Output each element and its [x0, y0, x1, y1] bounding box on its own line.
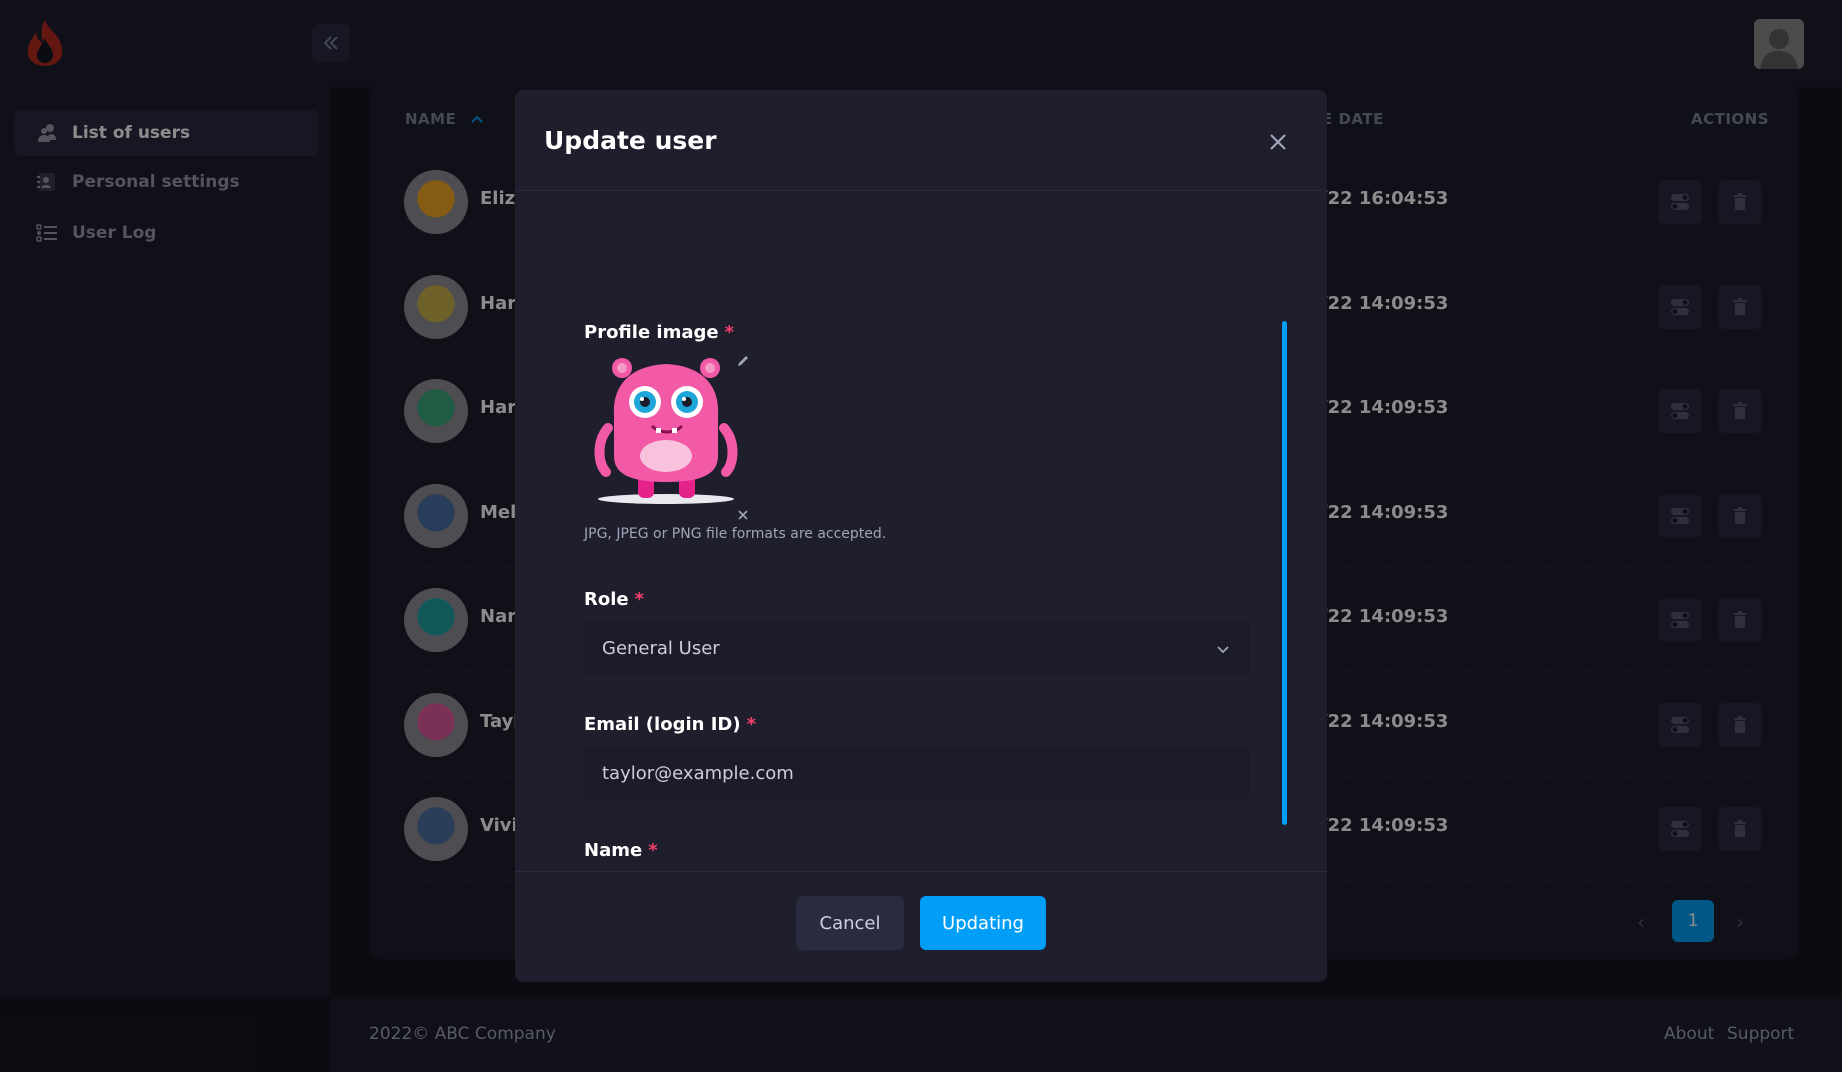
close-icon [738, 510, 748, 520]
modal-body[interactable]: Profile image * JPG, JPEG or PNG file fo… [515, 191, 1327, 871]
email-label: Email (login ID) * [584, 714, 756, 735]
close-icon[interactable] [1266, 130, 1290, 154]
role-selected-value: General User [602, 637, 720, 659]
file-format-hint: JPG, JPEG or PNG file formats are accept… [584, 526, 887, 542]
modal-footer: Cancel Updating [515, 871, 1327, 982]
modal-scrollbar[interactable] [1282, 321, 1287, 825]
name-label: Name * [584, 840, 658, 861]
chevron-down-icon [1217, 646, 1229, 654]
required-marker: * [634, 589, 645, 610]
role-label: Role * [584, 589, 644, 610]
modal-header: Update user [515, 90, 1327, 191]
profile-image-label: Profile image * [584, 322, 734, 343]
field-label-text: Profile image [584, 322, 719, 343]
required-marker: * [648, 840, 658, 861]
field-label-text: Email (login ID) [584, 714, 741, 735]
modal-title: Update user [544, 126, 717, 155]
role-select[interactable]: General User [584, 621, 1250, 675]
remove-image-button[interactable] [731, 503, 755, 527]
edit-image-button[interactable] [731, 349, 755, 373]
update-button[interactable]: Updating [920, 896, 1046, 950]
email-field[interactable] [584, 746, 1250, 800]
required-marker: * [724, 322, 735, 343]
field-label-text: Name [584, 840, 643, 861]
pencil-icon [738, 356, 748, 366]
cancel-button[interactable]: Cancel [796, 896, 904, 950]
update-user-modal: Update user Profile image * JPG, JPEG or… [515, 90, 1327, 982]
required-marker: * [746, 714, 756, 735]
profile-image-preview [594, 358, 738, 504]
field-label-text: Role [584, 589, 629, 610]
